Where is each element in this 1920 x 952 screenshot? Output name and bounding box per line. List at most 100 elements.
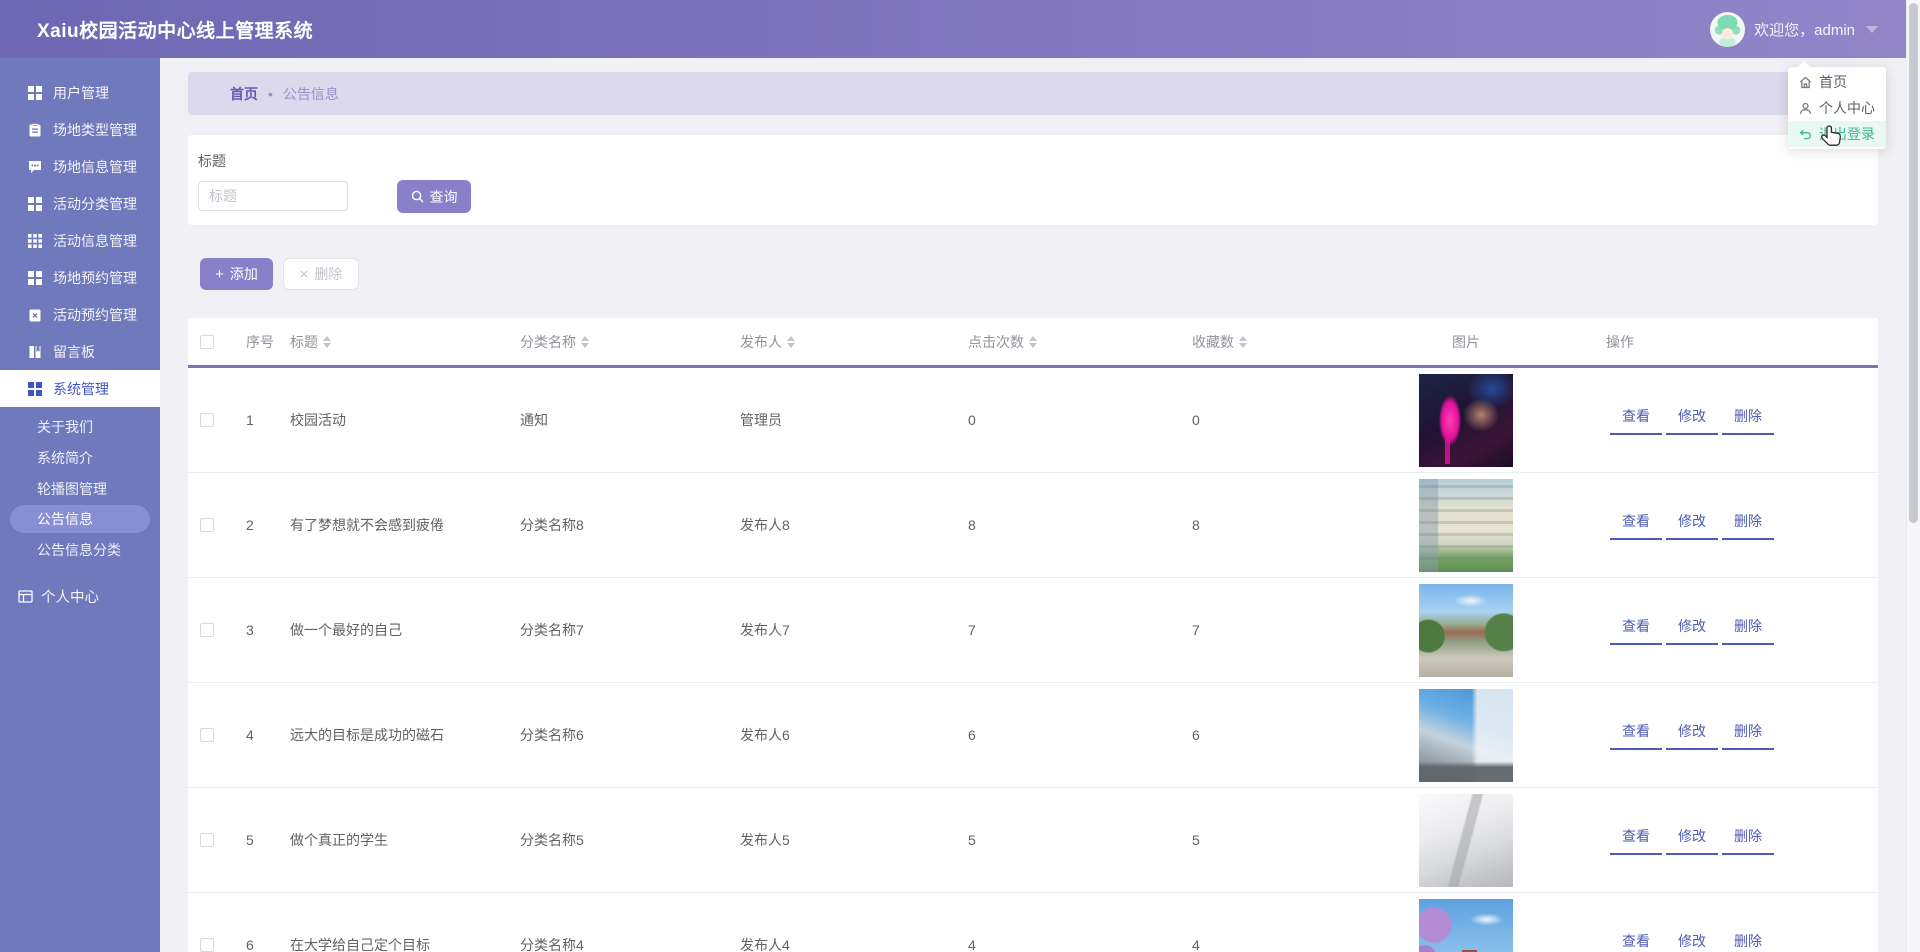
- sort-carets-icon[interactable]: [323, 336, 331, 348]
- row-checkbox[interactable]: [200, 833, 214, 847]
- sidebar-item-label: 个人中心: [41, 586, 99, 607]
- row-category: 分类名称7: [520, 620, 584, 640]
- user-dropdown-trigger[interactable]: 欢迎您，admin: [1710, 0, 1878, 58]
- breadcrumb-home-link[interactable]: 首页: [230, 84, 258, 104]
- edit-link[interactable]: 修改: [1666, 511, 1718, 540]
- row-category: 分类名称8: [520, 515, 584, 535]
- view-link[interactable]: 查看: [1610, 721, 1662, 750]
- campus-path-photo: [1419, 584, 1513, 677]
- search-button[interactable]: 查询: [397, 180, 471, 213]
- white-building-photo: [1419, 794, 1513, 887]
- announcement-table: 序号 标题 分类名称 发布人 点击次数 收藏数 图片 操作 1 校园活动 通知 …: [188, 318, 1878, 952]
- row-checkbox[interactable]: [200, 938, 214, 952]
- add-button[interactable]: + 添加: [200, 258, 273, 290]
- sort-carets-icon[interactable]: [1239, 336, 1247, 348]
- sort-carets-icon[interactable]: [581, 336, 589, 348]
- row-favorites: 7: [1192, 622, 1200, 638]
- delete-link[interactable]: 删除: [1722, 511, 1774, 540]
- row-category: 通知: [520, 410, 548, 430]
- breadcrumb-separator: •: [268, 86, 273, 102]
- row-checkbox[interactable]: [200, 413, 214, 427]
- pink-microphone-photo: [1419, 374, 1513, 467]
- column-header-clicks: 点击次数: [968, 332, 1024, 352]
- delete-button[interactable]: × 删除: [283, 258, 359, 290]
- row-publisher: 管理员: [740, 410, 782, 430]
- row-title: 远大的目标是成功的磁石: [290, 725, 444, 745]
- row-favorites: 0: [1192, 412, 1200, 428]
- row-favorites: 6: [1192, 727, 1200, 743]
- table-header-row: 序号 标题 分类名称 发布人 点击次数 收藏数 图片 操作: [188, 318, 1878, 368]
- edit-link[interactable]: 修改: [1666, 931, 1718, 952]
- row-publisher: 发布人4: [740, 935, 790, 952]
- menu-item-logout[interactable]: 退出登录: [1788, 121, 1886, 147]
- x-icon: ×: [300, 267, 309, 282]
- submenu-item-announcement-category[interactable]: 公告信息分类: [0, 534, 160, 565]
- row-category: 分类名称6: [520, 725, 584, 745]
- delete-link[interactable]: 删除: [1722, 931, 1774, 952]
- sidebar-item-activity-booking-management[interactable]: 活动预约管理: [0, 296, 160, 333]
- view-link[interactable]: 查看: [1610, 931, 1662, 952]
- submenu-item-system-intro[interactable]: 系统简介: [0, 442, 160, 473]
- edit-link[interactable]: 修改: [1666, 721, 1718, 750]
- delete-link[interactable]: 删除: [1722, 826, 1774, 855]
- grid-icon: [28, 271, 42, 285]
- sidebar-item-venue-type-management[interactable]: 场地类型管理: [0, 111, 160, 148]
- search-icon: [411, 190, 424, 203]
- scrollbar-thumb[interactable]: [1909, 3, 1918, 523]
- sidebar-item-activity-info-management[interactable]: 活动信息管理: [0, 222, 160, 259]
- row-publisher: 发布人6: [740, 725, 790, 745]
- sidebar-item-system-management[interactable]: 系统管理: [0, 370, 160, 407]
- sidebar-item-label: 用户管理: [53, 83, 109, 103]
- search-input[interactable]: [198, 181, 348, 211]
- submenu-item-label: 公告信息分类: [37, 540, 121, 560]
- column-header-title: 标题: [290, 332, 318, 352]
- menu-item-label: 退出登录: [1819, 124, 1875, 144]
- row-index: 6: [246, 937, 254, 952]
- table-row: 5 做个真正的学生 分类名称5 发布人5 5 5 查看 修改 删除: [188, 788, 1878, 893]
- sidebar-item-venue-booking-management[interactable]: 场地预约管理: [0, 259, 160, 296]
- dropdown-notch: [1797, 61, 1811, 68]
- row-favorites: 4: [1192, 937, 1200, 952]
- row-checkbox[interactable]: [200, 728, 214, 742]
- sidebar-item-activity-category-management[interactable]: 活动分类管理: [0, 185, 160, 222]
- row-title: 在大学给自己定个目标: [290, 935, 430, 952]
- submenu-item-about-us[interactable]: 关于我们: [0, 411, 160, 442]
- view-link[interactable]: 查看: [1610, 616, 1662, 645]
- sort-carets-icon[interactable]: [1029, 336, 1037, 348]
- view-link[interactable]: 查看: [1610, 826, 1662, 855]
- menu-item-personal-center[interactable]: 个人中心: [1788, 95, 1886, 121]
- sidebar-item-message-board[interactable]: 留言板: [0, 333, 160, 370]
- view-link[interactable]: 查看: [1610, 511, 1662, 540]
- sidebar-item-personal-center[interactable]: 个人中心: [0, 578, 160, 615]
- submenu-item-label: 关于我们: [37, 417, 93, 437]
- delete-link[interactable]: 删除: [1722, 616, 1774, 645]
- edit-link[interactable]: 修改: [1666, 616, 1718, 645]
- menu-item-home[interactable]: 首页: [1788, 69, 1886, 95]
- column-header-image: 图片: [1452, 332, 1480, 352]
- row-checkbox[interactable]: [200, 623, 214, 637]
- row-checkbox[interactable]: [200, 518, 214, 532]
- sidebar-item-label: 场地类型管理: [53, 120, 137, 140]
- edit-link[interactable]: 修改: [1666, 826, 1718, 855]
- delete-link[interactable]: 删除: [1722, 721, 1774, 750]
- submenu-item-announcement-info[interactable]: 公告信息: [10, 505, 150, 533]
- user-avatar: [1710, 12, 1745, 47]
- table-row: 2 有了梦想就不会感到疲倦 分类名称8 发布人8 8 8 查看 修改 删除: [188, 473, 1878, 578]
- delete-link[interactable]: 删除: [1722, 406, 1774, 435]
- sidebar-item-label: 活动分类管理: [53, 194, 137, 214]
- view-link[interactable]: 查看: [1610, 406, 1662, 435]
- select-all-checkbox[interactable]: [200, 335, 214, 349]
- row-index: 3: [246, 622, 254, 638]
- breadcrumb-current: 公告信息: [283, 84, 339, 104]
- edit-link[interactable]: 修改: [1666, 406, 1718, 435]
- home-icon: [1799, 76, 1812, 89]
- sidebar-item-user-management[interactable]: 用户管理: [0, 74, 160, 111]
- table-grid-icon: [28, 234, 42, 248]
- submenu-item-carousel-management[interactable]: 轮播图管理: [0, 473, 160, 504]
- sort-carets-icon[interactable]: [787, 336, 795, 348]
- row-clicks: 0: [968, 412, 976, 428]
- top-header-bar: Xaiu校园活动中心线上管理系统 欢迎您，admin: [0, 0, 1920, 58]
- sidebar-item-label: 活动预约管理: [53, 305, 137, 325]
- sidebar-item-label: 场地信息管理: [53, 157, 137, 177]
- sidebar-item-venue-info-management[interactable]: 场地信息管理: [0, 148, 160, 185]
